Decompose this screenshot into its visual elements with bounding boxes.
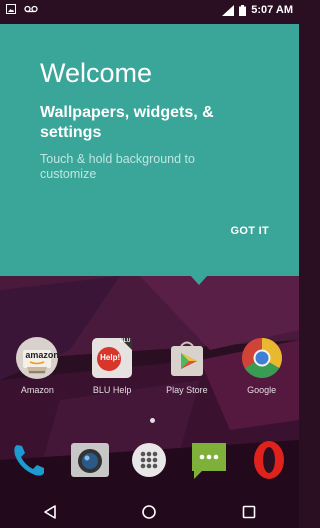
app-google[interactable]: Google (231, 336, 293, 395)
blu-help-badge-text: Help! (100, 353, 121, 362)
recents-icon[interactable] (229, 498, 269, 526)
app-play-store[interactable]: Play Store (156, 336, 218, 395)
camera-icon[interactable] (67, 437, 113, 483)
signal-icon (222, 4, 235, 16)
back-icon[interactable] (30, 498, 70, 526)
clock: 5:07 AM (251, 4, 293, 16)
app-blu-help[interactable]: Help! BLU BLU Help (81, 336, 143, 395)
battery-icon (239, 4, 247, 16)
welcome-card-pointer (190, 275, 208, 285)
app-label-google: Google (247, 385, 277, 395)
phone-icon[interactable] (7, 437, 53, 483)
dock (0, 437, 299, 483)
home-icon[interactable] (129, 498, 169, 526)
app-amazon[interactable]: amazon Amazon (6, 336, 68, 395)
welcome-body: Touch & hold background to customize (40, 152, 195, 181)
home-app-row: amazon Amazon Help! BLU BLU Help Play St… (0, 336, 299, 395)
opera-icon[interactable] (246, 437, 292, 483)
welcome-heading: Wallpapers, widgets, & settings (40, 104, 214, 141)
blu-corner-text: BLU (120, 338, 131, 344)
messaging-icon[interactable] (186, 437, 232, 483)
app-label-amazon: Amazon (20, 385, 54, 395)
blu-help-icon: Help! BLU (90, 336, 134, 380)
got-it-button[interactable]: GOT IT (231, 225, 269, 237)
navigation-bar (0, 496, 299, 528)
chrome-icon (240, 336, 284, 380)
page-indicator (150, 418, 155, 423)
voicemail-icon (24, 4, 38, 14)
welcome-title: Welcome (40, 58, 153, 88)
app-label-blu-help: BLU Help (92, 385, 132, 395)
play-store-icon (165, 336, 209, 380)
app-label-play-store: Play Store (166, 385, 208, 395)
amazon-icon: amazon (15, 336, 59, 380)
amazon-badge-text: amazon (25, 350, 59, 360)
status-bar: 5:07 AM (0, 0, 299, 24)
gallery-icon (6, 4, 16, 14)
app-drawer-icon[interactable] (126, 437, 172, 483)
